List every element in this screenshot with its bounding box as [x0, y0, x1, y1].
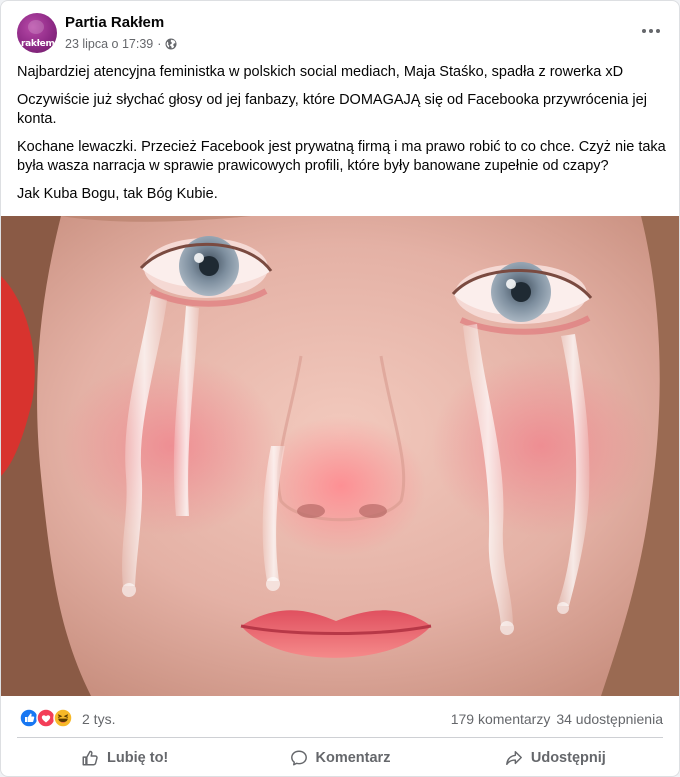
post-photo[interactable]: [1, 216, 679, 696]
share-button-label: Udostępnij: [530, 750, 606, 766]
reactions-bar: 2 tys. 179 komentarzy 34 udostępnienia: [1, 701, 679, 733]
action-bar: Lubię to! Komentarz Udostępnij: [17, 740, 663, 776]
post-header: rakłem Partia Rakłem 23 lipca o 17:39 ·: [1, 1, 679, 59]
post-card: rakłem Partia Rakłem 23 lipca o 17:39 · …: [0, 0, 680, 777]
page-name[interactable]: Partia Rakłem: [65, 14, 164, 31]
reaction-count[interactable]: 2 tys.: [82, 711, 115, 727]
globe-icon[interactable]: [165, 38, 177, 50]
love-icon: [36, 708, 56, 728]
post-timestamp[interactable]: 23 lipca o 17:39: [65, 37, 153, 51]
comment-button-label: Komentarz: [315, 750, 391, 766]
post-paragraph: Najbardziej atencyjna feministka w polsk…: [17, 64, 624, 80]
avatar-label: rakłem: [21, 39, 55, 49]
comment-icon: [290, 750, 307, 766]
like-icon: [19, 708, 39, 728]
haha-icon: [53, 708, 73, 728]
like-button-label: Lubię to!: [107, 750, 169, 766]
reaction-icons[interactable]: [19, 708, 77, 728]
engagement-stats: 179 komentarzy 34 udostępnienia: [451, 711, 663, 727]
share-icon: [505, 750, 522, 766]
thumbs-up-icon: [82, 750, 98, 766]
avatar[interactable]: rakłem: [17, 13, 57, 53]
more-horizontal-icon: [642, 29, 646, 33]
post-paragraph: Oczywiście już słychać głosy od jej fanb…: [17, 91, 647, 128]
post-text: Najbardziej atencyjna feministka w polsk…: [17, 63, 667, 212]
comments-count[interactable]: 179 komentarzy: [451, 711, 551, 727]
share-button[interactable]: Udostępnij: [448, 740, 663, 776]
more-options-button[interactable]: [637, 19, 665, 43]
divider: [17, 737, 663, 738]
comment-button[interactable]: Komentarz: [232, 740, 447, 776]
crying-face-photo: [1, 216, 679, 696]
avatar-graphic: [28, 20, 44, 34]
like-button[interactable]: Lubię to!: [17, 740, 232, 776]
post-paragraph: Jak Kuba Bogu, tak Bóg Kubie.: [17, 185, 218, 202]
post-meta: 23 lipca o 17:39 ·: [65, 37, 177, 51]
meta-separator: ·: [157, 37, 162, 51]
shares-count[interactable]: 34 udostępnienia: [556, 711, 663, 727]
post-paragraph: Kochane lewaczki. Przecież Facebook jest…: [17, 138, 666, 175]
